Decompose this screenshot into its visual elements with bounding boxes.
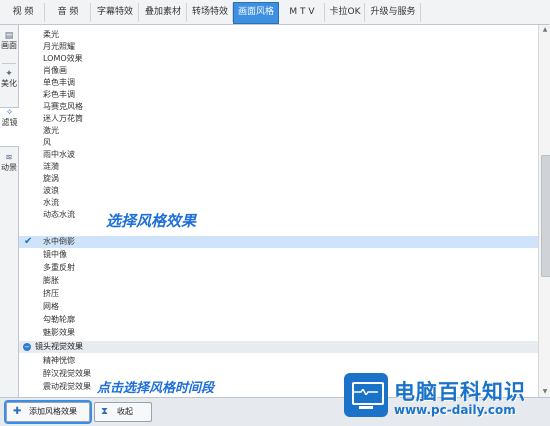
add-style-effect-button[interactable]: ✚ 添加风格效果 — [4, 400, 92, 424]
tab-video[interactable]: 视 频 — [2, 3, 45, 22]
annotation-select-effect: 选择风格效果 — [106, 212, 197, 230]
list-item[interactable]: 肖像画 — [19, 65, 538, 77]
watermark-logo — [344, 373, 388, 417]
side-tab-filter[interactable]: ✧ 滤镜 — [0, 107, 19, 147]
magic-wand-icon: ✦ — [5, 69, 13, 79]
list-item[interactable]: 马赛克风格 — [19, 101, 538, 113]
tab-upgrade-services[interactable]: 升级与服务 — [366, 3, 421, 22]
watermark-title: 电脑百科知识 — [394, 380, 526, 404]
list-item[interactable]: LOMO效果 — [19, 53, 538, 65]
list-item[interactable]: 镜中像 — [19, 249, 538, 261]
list-item-selected[interactable]: ✔ 水中倒影 — [19, 236, 538, 248]
list-item[interactable]: 单色丰调 — [19, 77, 538, 89]
side-tab-label: 滤镜 — [1, 118, 18, 127]
collapse-panel-icon: ⧗ — [101, 406, 109, 417]
watermark-url: www.pc-daily.com — [394, 403, 516, 417]
list-item[interactable]: 挤压 — [19, 288, 538, 300]
effect-tab-bar: 视 频 音 频 字幕特效 叠加素材 转场特效 画面风格 M T V 卡拉OK 升… — [0, 0, 550, 25]
tab-picture-style[interactable]: 画面风格 — [233, 2, 279, 24]
list-item[interactable]: 水流 — [19, 197, 538, 209]
list-item[interactable]: 波浪 — [19, 185, 538, 197]
motion-waves-icon: ≋ — [5, 153, 13, 163]
list-item[interactable]: 网格 — [19, 301, 538, 313]
filter-wand-icon: ✧ — [5, 108, 14, 118]
side-tab-label: 美化 — [1, 79, 17, 88]
vertical-scrollbar[interactable]: ▲ ▼ — [538, 25, 550, 397]
list-item[interactable]: 彩色丰调 — [19, 89, 538, 101]
list-item[interactable]: 精神恍惚 — [19, 355, 538, 367]
tab-mtv[interactable]: M T V — [280, 3, 325, 22]
scroll-down-icon[interactable]: ▼ — [539, 387, 550, 397]
pulse-icon — [354, 389, 378, 395]
collapse-button[interactable]: ⧗ 收起 — [94, 402, 152, 422]
side-tab-label: 动景 — [1, 163, 17, 172]
group-header-lens-effects[interactable]: − 镜头视觉效果 — [19, 341, 538, 353]
list-item[interactable]: 雨中水波 — [19, 149, 538, 161]
divider — [2, 63, 16, 64]
scrollbar-thumb[interactable] — [541, 155, 550, 277]
list-item[interactable]: 勾勒轮廓 — [19, 314, 538, 326]
annotation-add-effect: 点击选择风格时间段 — [97, 381, 215, 396]
add-effect-icon: ✚ — [13, 406, 22, 417]
side-tab-label: 画面 — [1, 41, 17, 50]
tab-overlay-material[interactable]: 叠加素材 — [140, 3, 187, 22]
list-item[interactable]: 膨胀 — [19, 275, 538, 287]
list-item[interactable]: 多重反射 — [19, 262, 538, 274]
check-icon: ✔ — [24, 236, 33, 247]
list-item[interactable]: 迷人万花筒 — [19, 113, 538, 125]
effect-list: 柔光 月光照耀 LOMO效果 肖像画 单色丰调 彩色丰调 马赛克风格 迷人万花筒… — [19, 25, 538, 397]
tab-transition-effects[interactable]: 转场特效 — [188, 3, 233, 22]
list-item[interactable]: 动态水流 — [19, 209, 538, 221]
side-tab-bar: ▤ 画面 ✦ 美化 ✧ 滤镜 ≋ 动景 — [0, 25, 19, 397]
side-tab-beautify[interactable]: ✦ 美化 — [0, 69, 18, 89]
collapse-icon: − — [23, 343, 31, 351]
list-item[interactable]: 旋涡 — [19, 173, 538, 185]
list-item[interactable]: 风 — [19, 137, 538, 149]
tab-subtitle-effects[interactable]: 字幕特效 — [92, 3, 139, 22]
list-item[interactable]: 月光照耀 — [19, 41, 538, 53]
tab-audio[interactable]: 音 频 — [46, 3, 91, 22]
side-tab-motion[interactable]: ≋ 动景 — [0, 153, 18, 173]
side-tab-picture[interactable]: ▤ 画面 — [0, 31, 18, 51]
tab-karaoke[interactable]: 卡拉OK — [326, 3, 365, 22]
list-item[interactable]: 涟漪 — [19, 161, 538, 173]
monitor-stand — [359, 406, 373, 409]
scroll-up-icon[interactable]: ▲ — [539, 25, 550, 35]
list-item[interactable]: 柔光 — [19, 29, 538, 41]
picture-icon: ▤ — [4, 31, 14, 41]
list-item[interactable]: 激光 — [19, 125, 538, 137]
list-item[interactable]: 魅影效果 — [19, 327, 538, 339]
